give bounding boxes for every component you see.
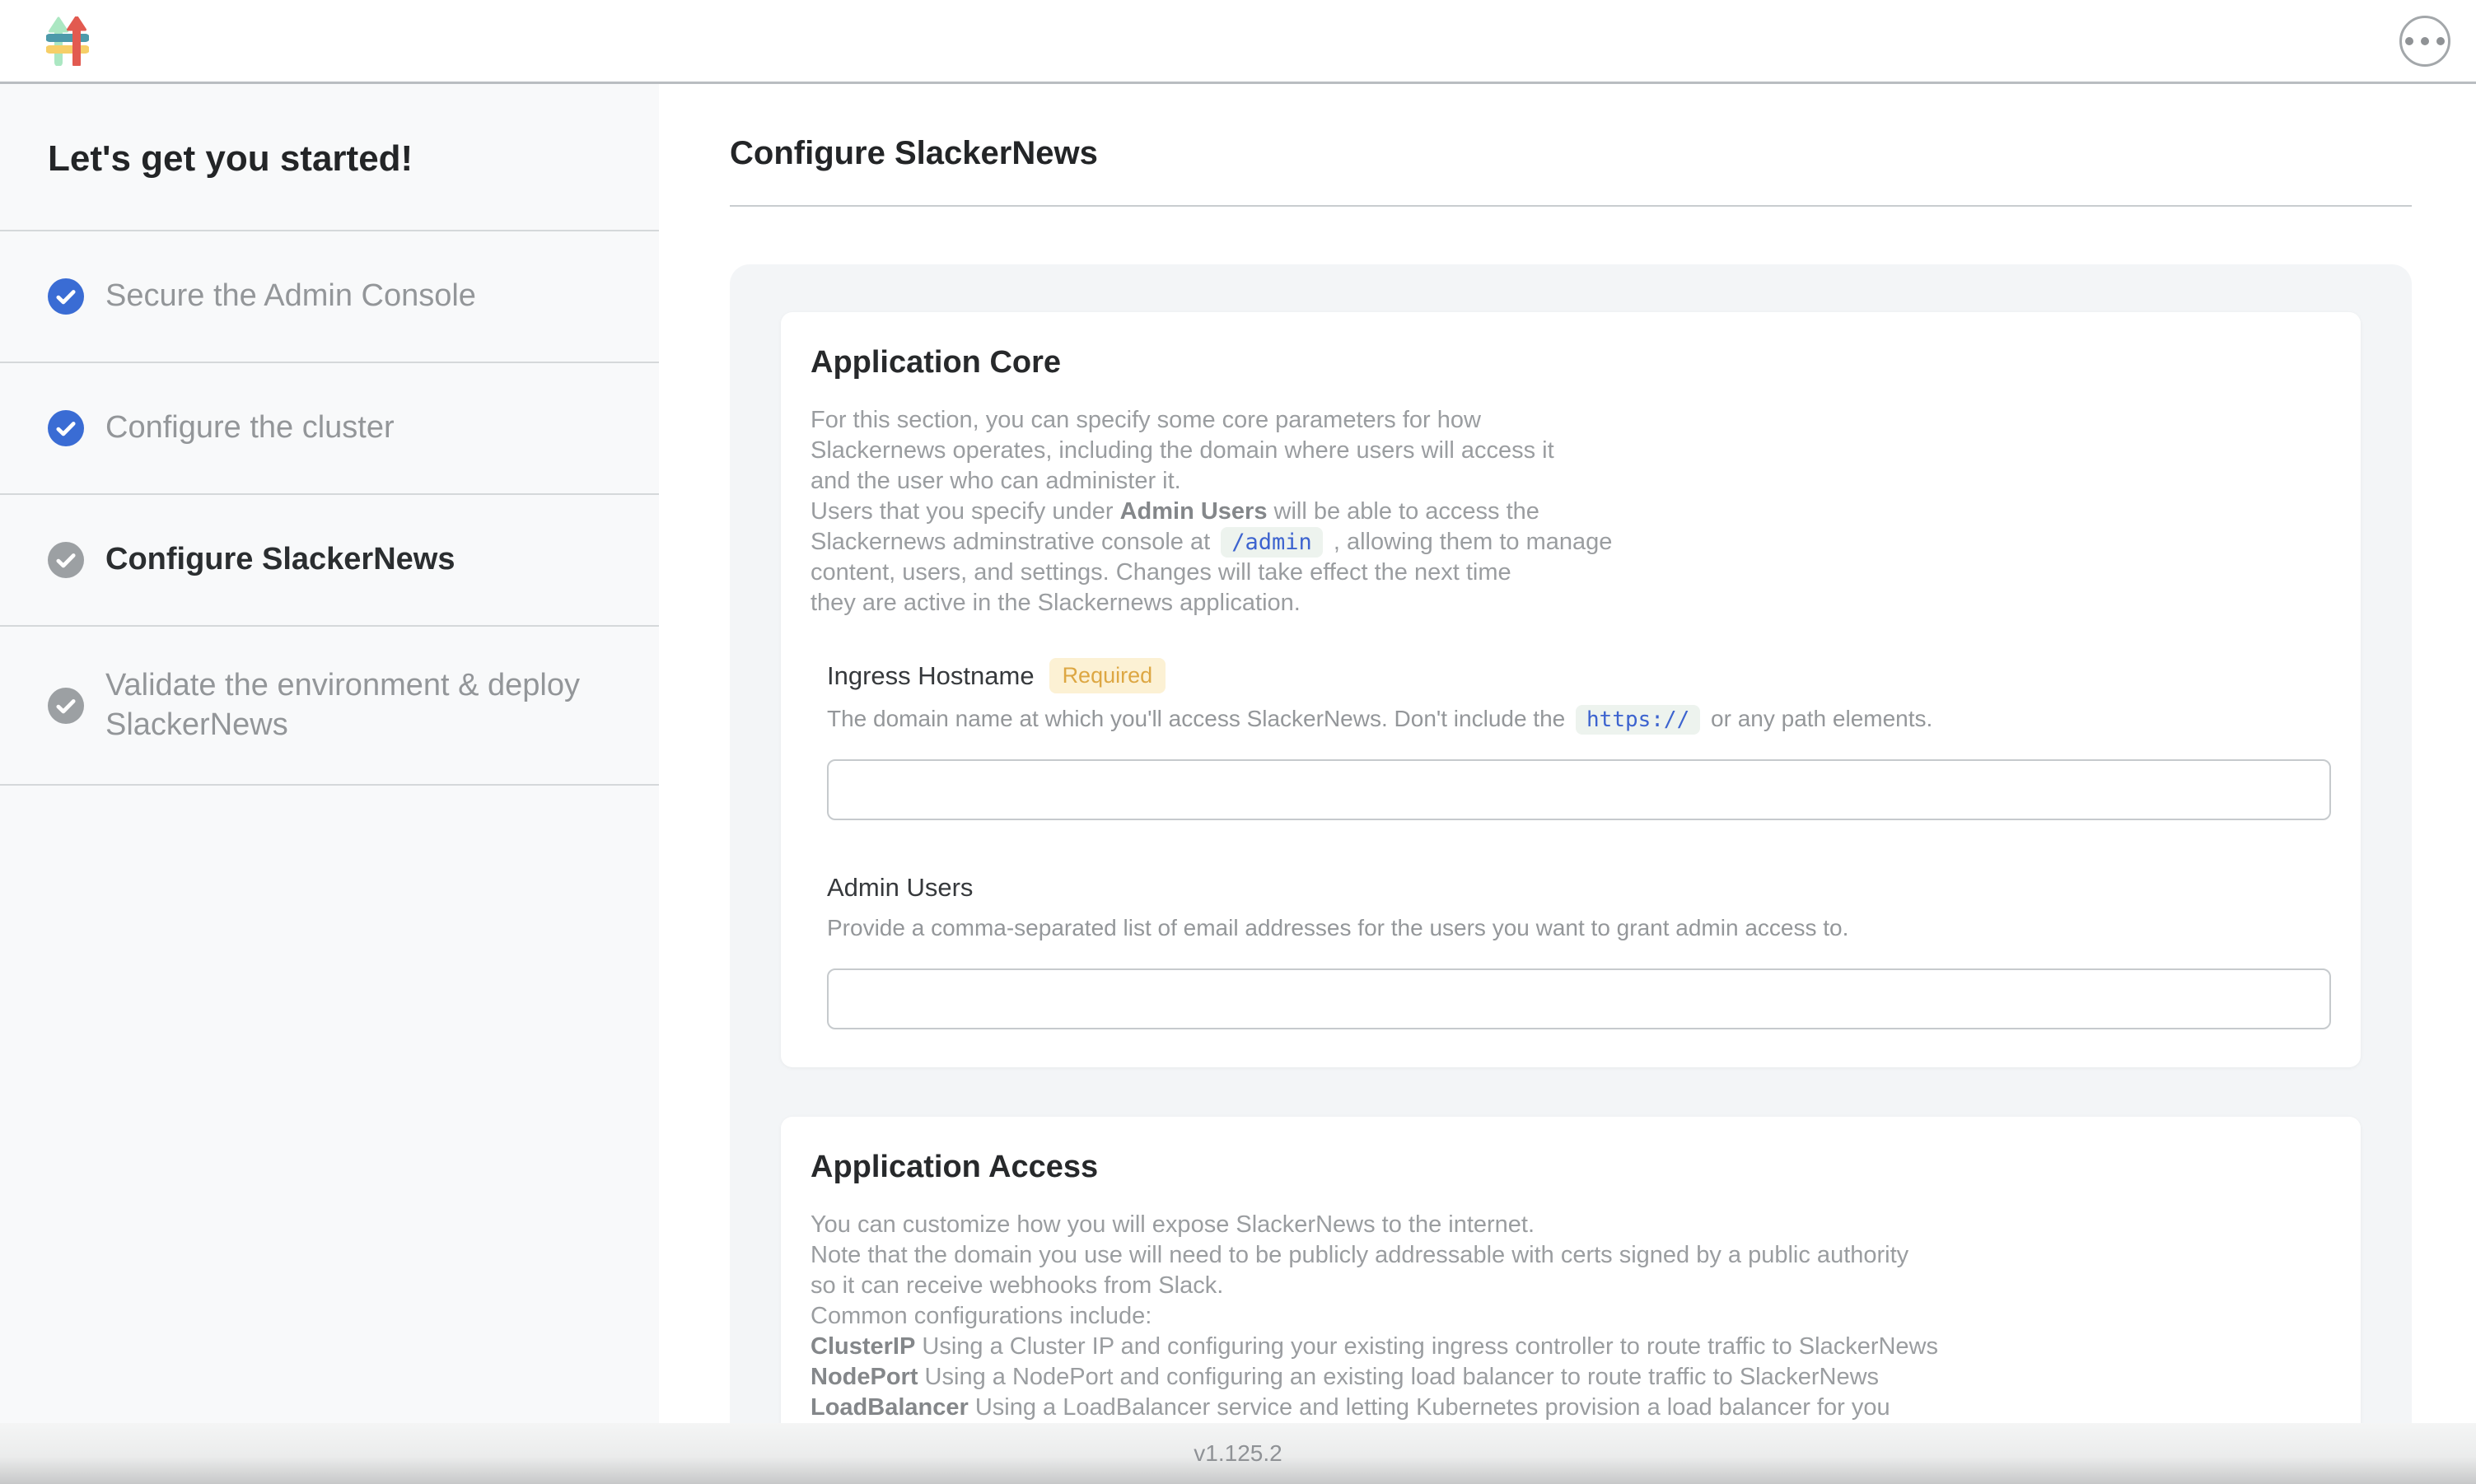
card-title: Application Core [811,345,2331,380]
field-label: Admin Users [827,873,973,903]
ingress-hostname-input[interactable] [827,759,2331,820]
step-configure-cluster[interactable]: Configure the cluster [0,363,659,495]
field-helper: Provide a comma-separated list of email … [827,911,2331,945]
step-label: Configure SlackerNews [105,540,455,580]
slackernews-logo-icon [46,16,89,66]
title-divider [730,205,2412,207]
admin-users-field-group: Admin Users Provide a comma-separated li… [811,873,2331,1029]
card-description: For this section, you can specify some c… [811,405,2331,618]
ellipsis-icon [2405,37,2413,45]
step-pending-icon [48,542,84,578]
step-configure-slackernews[interactable]: Configure SlackerNews [0,495,659,627]
step-secure-admin-console[interactable]: Secure the Admin Console [0,231,659,363]
sidebar-heading: Let's get you started! [0,84,659,231]
overflow-menu-button[interactable] [2399,16,2450,67]
field-helper: The domain name at which you'll access S… [827,702,2331,736]
step-complete-icon [48,410,84,446]
config-main: Configure SlackerNews Application Core F… [659,84,2476,1484]
step-label: Validate the environment & deploy Slacke… [105,666,601,744]
step-pending-icon [48,688,84,724]
step-label: Secure the Admin Console [105,277,476,316]
ingress-hostname-field-group: Ingress Hostname Required The domain nam… [811,658,2331,820]
required-badge: Required [1049,658,1166,693]
version-footer: v1.125.2 [0,1423,2476,1484]
application-core-card: Application Core For this section, you c… [781,312,2361,1067]
config-panel: Application Core For this section, you c… [730,264,2412,1484]
step-label: Configure the cluster [105,408,395,448]
page-title: Configure SlackerNews [730,135,2412,172]
admin-users-input[interactable] [827,968,2331,1029]
ellipsis-icon [2436,37,2445,45]
field-label: Ingress Hostname [827,661,1035,691]
card-title: Application Access [811,1150,2331,1185]
topbar [0,0,2476,84]
ellipsis-icon [2421,37,2429,45]
step-complete-icon [48,278,84,315]
version-label: v1.125.2 [1194,1440,1282,1467]
card-description: You can customize how you will expose Sl… [811,1210,2331,1454]
setup-steps-sidebar: Let's get you started! Secure the Admin … [0,84,659,1484]
step-validate-deploy[interactable]: Validate the environment & deploy Slacke… [0,627,659,786]
